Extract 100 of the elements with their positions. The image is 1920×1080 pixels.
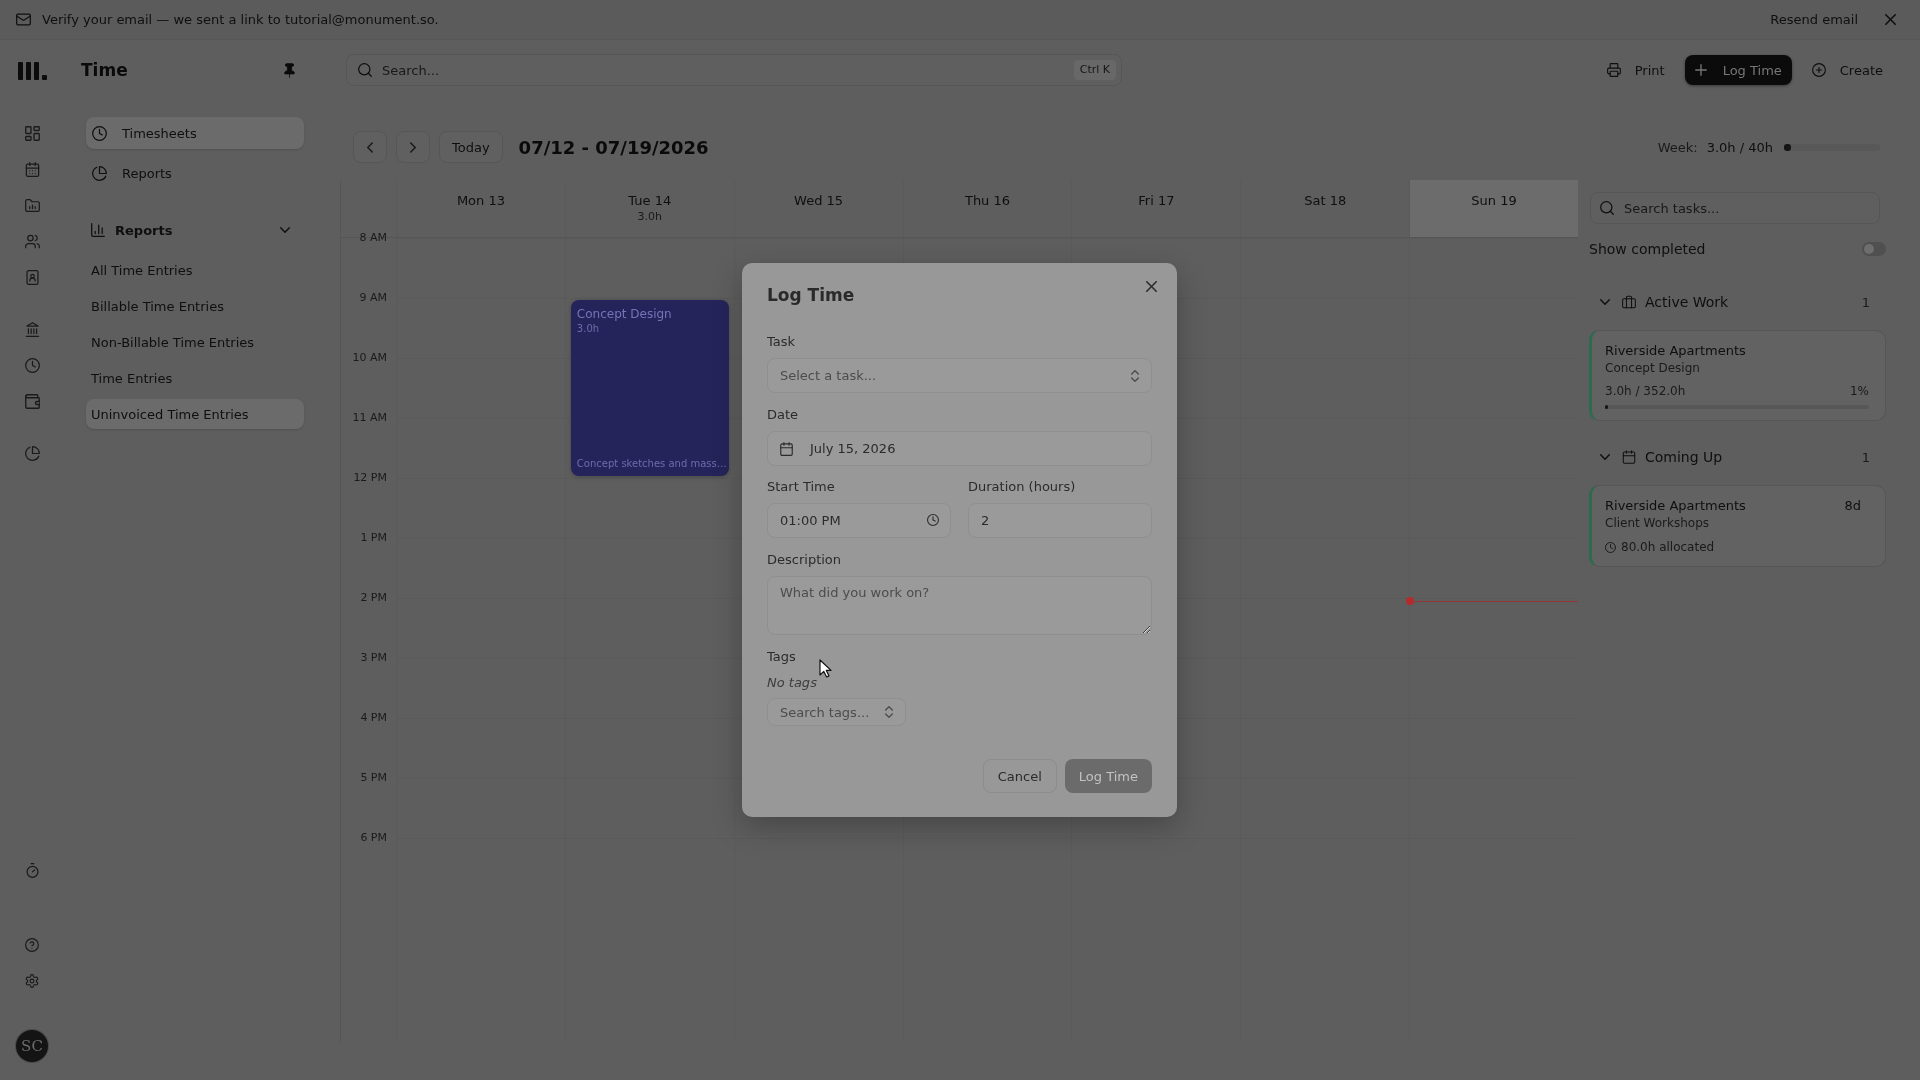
- calendar-icon: [1622, 450, 1636, 464]
- shortcut-hint: Ctrl K: [1073, 60, 1116, 80]
- date-range-title: 07/12 - 07/19/2026: [518, 136, 709, 158]
- hour-label: 8 AM: [359, 231, 387, 244]
- field-label: Description: [767, 552, 842, 568]
- hours-used: 3.0h / 352.0h: [1605, 383, 1686, 399]
- field-label: Date: [767, 407, 799, 423]
- hour-label: 12 PM: [353, 471, 387, 484]
- toolbar-button[interactable]: Log Time: [1684, 55, 1792, 85]
- grid-icon[interactable]: [24, 125, 40, 141]
- group-count: 1: [1861, 294, 1870, 310]
- close-icon[interactable]: [1885, 14, 1896, 25]
- show-completed-label: Show completed: [1589, 241, 1706, 257]
- chevron-down-icon[interactable]: [1600, 454, 1610, 460]
- today-button[interactable]: Today: [439, 131, 503, 163]
- time-entry-block[interactable]: Concept Design 3.0h Concept sketches and mass…: [570, 300, 729, 476]
- help-icon[interactable]: [25, 938, 39, 952]
- group-title: Coming Up: [1645, 449, 1723, 465]
- next-week-button[interactable]: [396, 131, 430, 163]
- date-picker[interactable]: July 15, 2026: [767, 431, 1152, 466]
- hour-label: 6 PM: [360, 831, 387, 844]
- hour-label: 10 AM: [352, 351, 387, 364]
- clock-icon[interactable]: [24, 357, 40, 373]
- description-textarea[interactable]: What did you work on?: [767, 576, 1152, 635]
- dialog-title: Log Time: [767, 284, 856, 307]
- sidebar-sub-item[interactable]: All Time Entries: [86, 255, 304, 285]
- mouse-pointer-icon: [819, 659, 832, 678]
- field-label: Tags: [767, 649, 796, 665]
- group-count: 1: [1861, 449, 1870, 465]
- plus-icon: [1694, 64, 1707, 76]
- day-label: Sun 19: [1471, 193, 1517, 208]
- bank-icon[interactable]: [24, 321, 40, 337]
- plus-circle-icon: [1811, 63, 1826, 77]
- briefcase-icon: [1622, 295, 1636, 309]
- entry-duration: 3.0h: [576, 322, 601, 335]
- close-icon[interactable]: [1146, 281, 1157, 292]
- logo[interactable]: [17, 62, 47, 80]
- pin-icon[interactable]: [284, 62, 295, 78]
- chevron-down-icon[interactable]: [1600, 299, 1610, 305]
- day-label: Mon 13: [456, 193, 505, 208]
- project-name: Riverside Apartments: [1605, 497, 1746, 515]
- sidebar-sub-item[interactable]: Billable Time Entries: [86, 291, 304, 321]
- calendar-icon[interactable]: [24, 161, 40, 177]
- show-completed-toggle[interactable]: [1862, 242, 1886, 256]
- settings-icon[interactable]: [25, 974, 39, 988]
- sidebar-nav-item[interactable]: Reports: [86, 157, 304, 189]
- duration-input[interactable]: 2: [968, 503, 1152, 538]
- start-time-input[interactable]: 01:00 PM: [767, 503, 951, 538]
- task-select[interactable]: Select a task...: [767, 358, 1152, 393]
- clock-icon: [927, 514, 939, 526]
- chevron-right-icon: [410, 141, 416, 153]
- clock-icon: [1605, 541, 1616, 553]
- verify-email-message: Verify your email — we sent a link to tutorial@monument.so.: [42, 12, 440, 27]
- resend-email-button[interactable]: Resend email: [1764, 8, 1864, 31]
- stopwatch-icon[interactable]: [25, 862, 39, 878]
- day-label: Fri 17: [1138, 193, 1175, 208]
- dialog-button[interactable]: Cancel: [982, 759, 1057, 793]
- entry-title: Concept Design: [576, 307, 673, 322]
- folder-chart-icon[interactable]: [24, 197, 40, 213]
- sidebar-sub-item[interactable]: Non-Billable Time Entries: [86, 327, 304, 357]
- day-label: Sat 18: [1304, 193, 1347, 208]
- tags-select[interactable]: Search tags...: [767, 698, 906, 726]
- printer-icon: [1606, 63, 1621, 77]
- day-total: 3.0h: [637, 210, 662, 223]
- previous-week-button[interactable]: [353, 131, 387, 163]
- hour-label: 9 AM: [359, 291, 387, 304]
- field-label: Start Time: [767, 479, 835, 495]
- task-card[interactable]: Riverside Apartments 8d Client Workshops 80.0h allocated: [1589, 485, 1886, 567]
- search-icon: [358, 63, 372, 77]
- percent-used: 1%: [1849, 383, 1869, 399]
- hour-label: 1 PM: [360, 531, 387, 544]
- chevrons-up-down-icon: [1131, 369, 1139, 382]
- week-hours-total: 3.0h / 40h: [1706, 139, 1773, 155]
- task-search-input[interactable]: Search tasks...: [1590, 192, 1880, 224]
- wallet-icon[interactable]: [24, 393, 40, 409]
- contact-card-icon[interactable]: [24, 269, 40, 285]
- group-title: Active Work: [1645, 294, 1729, 310]
- sidebar-sub-item[interactable]: Uninvoiced Time Entries: [86, 399, 304, 429]
- chevrons-up-down-icon: [885, 706, 893, 718]
- hour-label: 4 PM: [360, 711, 387, 724]
- mail-icon: [16, 13, 31, 26]
- project-name: Riverside Apartments: [1605, 342, 1746, 360]
- user-avatar[interactable]: SC: [16, 1030, 48, 1062]
- day-label: Thu 16: [964, 193, 1011, 208]
- sidebar-sub-item[interactable]: Time Entries: [86, 363, 304, 393]
- task-card[interactable]: Riverside Apartments Concept Design 3.0h / 352.0h 1%: [1589, 330, 1886, 421]
- hour-label: 5 PM: [360, 771, 387, 784]
- chevron-left-icon: [367, 141, 373, 153]
- hour-label: 2 PM: [360, 591, 387, 604]
- toolbar-button[interactable]: Print: [1596, 55, 1675, 85]
- toolbar-button[interactable]: Create: [1801, 55, 1893, 85]
- days-remaining: 8d: [1844, 497, 1861, 515]
- users-icon[interactable]: [24, 233, 40, 249]
- search-icon: [1600, 201, 1614, 215]
- pie-chart-icon[interactable]: [24, 445, 40, 461]
- sidebar-section-header[interactable]: Reports: [86, 216, 304, 244]
- bar-chart-icon: [91, 223, 105, 237]
- calendar-icon: [780, 441, 793, 456]
- sidebar-nav-item[interactable]: Timesheets: [86, 117, 304, 149]
- week-label: Week:: [1657, 139, 1698, 155]
